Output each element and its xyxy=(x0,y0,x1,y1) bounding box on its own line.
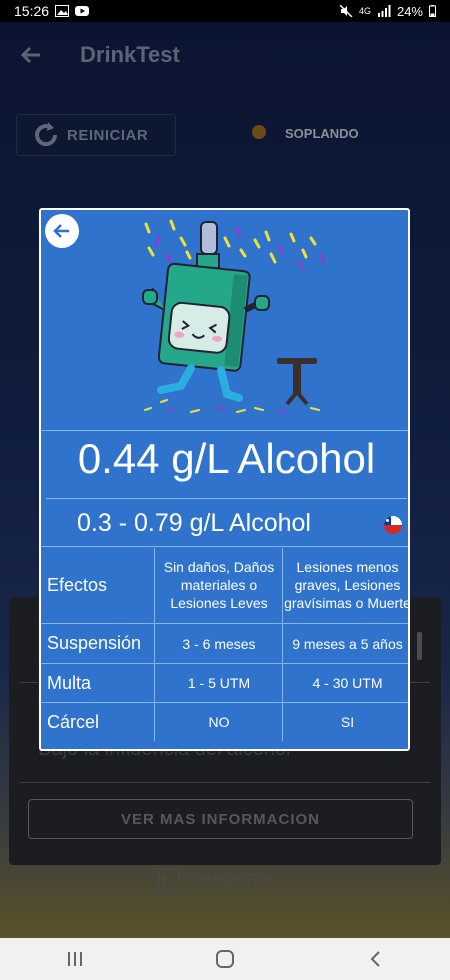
divider xyxy=(46,498,407,499)
row-label: Multa xyxy=(47,672,92,693)
scrollbar xyxy=(417,632,422,660)
recent-apps-icon xyxy=(68,952,82,966)
refresh-icon xyxy=(35,122,58,147)
table-cell: SI xyxy=(340,714,355,730)
navigation-bar xyxy=(0,938,450,980)
restart-label: REINICIAR xyxy=(67,126,149,144)
table-row: Cárcel NO SI xyxy=(41,703,408,741)
status-label: SOPLANDO xyxy=(285,126,359,141)
mute-icon xyxy=(339,5,353,17)
home-button[interactable] xyxy=(205,944,245,974)
column-divider xyxy=(282,548,283,741)
brand-name: SinglarTec xyxy=(184,871,274,892)
result-dialog: 0.44 g/L Alcohol 0.3 - 0.79 g/L Alcohol … xyxy=(39,208,410,751)
network-type: 4G xyxy=(358,6,371,16)
battery-icon xyxy=(429,5,436,17)
row-label: Cárcel xyxy=(47,711,100,732)
gallery-icon xyxy=(55,5,70,17)
table-cell: Sin daños, Daños materiales o Lesiones L… xyxy=(163,559,275,611)
table-cell: 4 - 30 UTM xyxy=(312,675,383,691)
row-label: Suspensión xyxy=(47,633,142,653)
table-row: Multa 1 - 5 UTM 4 - 30 UTM xyxy=(41,664,408,702)
recent-apps-button[interactable] xyxy=(55,944,95,974)
table-cell: NO xyxy=(208,714,230,730)
back-button[interactable] xyxy=(355,944,395,974)
back-arrow-icon[interactable] xyxy=(18,42,44,68)
divider xyxy=(20,782,430,783)
battery-level: 24% xyxy=(396,3,423,19)
app-title: DrinkTest xyxy=(80,42,180,67)
clock: 15:26 xyxy=(14,3,50,19)
alcohol-reading: 0.44 g/L Alcohol xyxy=(77,435,376,482)
chile-flag-icon xyxy=(384,516,402,534)
back-chevron-icon xyxy=(370,951,380,967)
table-cell: 3 - 6 meses xyxy=(182,635,256,652)
table-row: Suspensión 3 - 6 meses 9 meses a 5 años xyxy=(41,624,408,663)
table-row: Efectos Sin daños, Daños materiales o Le… xyxy=(41,547,410,623)
status-indicator xyxy=(252,125,266,139)
dancing-bottle-illustration xyxy=(142,219,326,413)
signal-icon xyxy=(377,5,391,17)
brand-mark-icon xyxy=(158,868,180,896)
back-arrow-icon xyxy=(53,224,69,238)
restart-button[interactable]: REINICIAR xyxy=(16,114,176,156)
table-cell: 1 - 5 UTM xyxy=(187,675,251,691)
status-bar: 15:26 4G 24% xyxy=(0,0,450,22)
brand-logo: SinglarTec xyxy=(158,868,273,896)
home-icon xyxy=(216,950,234,968)
alcohol-range: 0.3 - 0.79 g/L Alcohol xyxy=(77,509,311,537)
more-info-button[interactable]: VER MAS INFORMACION xyxy=(28,799,413,839)
column-divider xyxy=(154,548,155,741)
youtube-icon xyxy=(75,6,90,16)
divider xyxy=(41,430,408,431)
table-cell: 9 meses a 5 años xyxy=(292,635,403,652)
close-dialog-button[interactable] xyxy=(45,214,79,248)
table-cell: Lesiones menos graves, Lesiones gravísim… xyxy=(284,559,410,611)
row-label: Efectos xyxy=(47,574,108,595)
